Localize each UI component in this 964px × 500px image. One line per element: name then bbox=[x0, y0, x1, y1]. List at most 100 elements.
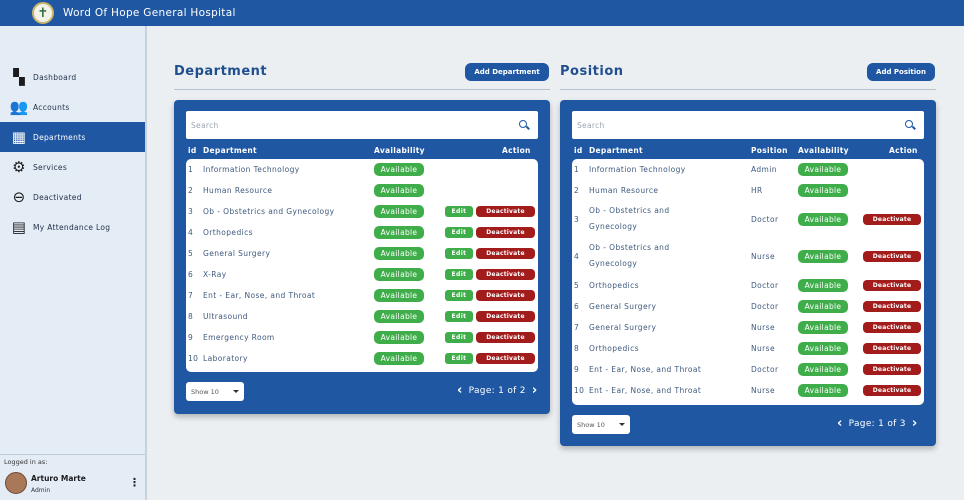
log-icon: ▤ bbox=[11, 218, 27, 236]
edit-button[interactable]: Edit bbox=[445, 248, 473, 259]
edit-button[interactable]: Edit bbox=[445, 227, 473, 238]
row-id: 8 bbox=[574, 344, 580, 353]
availability-badge: Available bbox=[374, 331, 424, 344]
sidebar-item-label: Services bbox=[33, 162, 68, 172]
user-role: Admin bbox=[31, 487, 51, 494]
availability-badge: Available bbox=[374, 205, 424, 218]
department-table-body: 1 Information Technology Available 2 Human R… bbox=[186, 159, 538, 372]
sidebar-item-label: Departments bbox=[33, 132, 86, 142]
deactivate-button[interactable]: Deactivate bbox=[476, 206, 535, 217]
sidebar-item-accounts[interactable]: 👥 Accounts bbox=[0, 92, 145, 122]
deactivate-button[interactable]: Deactivate bbox=[863, 214, 921, 225]
table-row: 4 Orthopedics Available Edit Deactivate bbox=[186, 222, 538, 243]
table-row: 8 Orthopedics Nurse Available Deactivate bbox=[572, 338, 924, 359]
header-action: Action bbox=[889, 146, 918, 155]
show-select-value: Show 10 bbox=[191, 387, 219, 396]
row-position: Nurse bbox=[751, 252, 775, 261]
row-department: Information Technology bbox=[203, 165, 300, 174]
department-search-input[interactable]: Search bbox=[186, 111, 538, 139]
chevron-right-icon[interactable]: › bbox=[532, 384, 538, 397]
hospital-logo-icon: ✝ bbox=[32, 2, 54, 24]
position-show-select[interactable]: Show 10 bbox=[572, 415, 630, 434]
availability-badge: Available bbox=[798, 384, 848, 397]
table-row: 9 Emergency Room Available Edit Deactivate bbox=[186, 327, 538, 348]
row-department: X-Ray bbox=[203, 270, 227, 279]
top-bar: ✝ Word Of Hope General Hospital bbox=[0, 0, 964, 26]
row-position: Nurse bbox=[751, 323, 775, 332]
edit-button[interactable]: Edit bbox=[445, 206, 473, 217]
row-department: Ent - Ear, Nose, and Throat bbox=[589, 365, 702, 374]
row-position: HR bbox=[751, 186, 763, 195]
deactivate-button[interactable]: Deactivate bbox=[476, 290, 535, 301]
row-id: 8 bbox=[188, 312, 194, 321]
add-department-button[interactable]: Add Department bbox=[465, 63, 549, 81]
deactivate-button[interactable]: Deactivate bbox=[476, 332, 535, 343]
position-title: Position bbox=[560, 64, 624, 79]
sidebar-item-label: Accounts bbox=[33, 102, 70, 112]
table-row: 1 Information Technology Available bbox=[186, 159, 538, 180]
deactivate-button[interactable]: Deactivate bbox=[476, 311, 535, 322]
availability-badge: Available bbox=[798, 300, 848, 313]
deactivate-button[interactable]: Deactivate bbox=[863, 385, 921, 396]
department-divider bbox=[174, 89, 550, 90]
chevron-left-icon[interactable]: ‹ bbox=[457, 384, 463, 397]
table-row: 8 Ultrasound Available Edit Deactivate bbox=[186, 306, 538, 327]
availability-badge: Available bbox=[798, 342, 848, 355]
row-id: 2 bbox=[574, 186, 580, 195]
app-title: Word Of Hope General Hospital bbox=[63, 7, 236, 19]
deactivate-button[interactable]: Deactivate bbox=[476, 248, 535, 259]
row-id: 4 bbox=[188, 228, 194, 237]
deactivate-button[interactable]: Deactivate bbox=[863, 280, 921, 291]
row-id: 10 bbox=[188, 354, 199, 363]
deactivate-button[interactable]: Deactivate bbox=[863, 364, 921, 375]
row-department: Ob - Obstetrics and Gynecology bbox=[203, 207, 335, 216]
deactivate-button[interactable]: Deactivate bbox=[476, 269, 535, 280]
availability-badge: Available bbox=[798, 163, 848, 176]
availability-badge: Available bbox=[374, 226, 424, 239]
deactivate-button[interactable]: Deactivate bbox=[476, 353, 535, 364]
chevron-left-icon[interactable]: ‹ bbox=[837, 417, 843, 430]
edit-button[interactable]: Edit bbox=[445, 290, 473, 301]
edit-button[interactable]: Edit bbox=[445, 353, 473, 364]
deactivate-button[interactable]: Deactivate bbox=[863, 301, 921, 312]
sidebar-item-departments[interactable]: ▦ Departments bbox=[0, 122, 145, 152]
position-divider bbox=[560, 89, 936, 90]
deactivate-button[interactable]: Deactivate bbox=[863, 251, 921, 262]
table-row: 7 Ent - Ear, Nose, and Throat Available Edi… bbox=[186, 285, 538, 306]
edit-button[interactable]: Edit bbox=[445, 269, 473, 280]
more-options-icon[interactable]: ⋮ bbox=[129, 476, 140, 489]
row-position: Nurse bbox=[751, 386, 775, 395]
deactivate-button[interactable]: Deactivate bbox=[863, 343, 921, 354]
chevron-down-icon bbox=[233, 390, 239, 393]
row-id: 7 bbox=[188, 291, 194, 300]
user-minus-icon: ⊖ bbox=[12, 188, 26, 206]
row-department: Human Resource bbox=[203, 186, 273, 195]
edit-button[interactable]: Edit bbox=[445, 332, 473, 343]
sidebar-item-deactivated[interactable]: ⊖ Deactivated bbox=[0, 182, 145, 212]
row-department: Human Resource bbox=[589, 186, 659, 195]
row-id: 3 bbox=[574, 215, 580, 224]
edit-button[interactable]: Edit bbox=[445, 311, 473, 322]
sidebar-item-dashboard[interactable]: ▚ Dashboard bbox=[0, 62, 145, 92]
position-search-input[interactable]: Search bbox=[572, 111, 924, 139]
chevron-right-icon[interactable]: › bbox=[912, 417, 918, 430]
availability-badge: Available bbox=[798, 184, 848, 197]
logged-in-label: Logged in as: bbox=[4, 458, 48, 466]
position-table-body: 1 Information Technology Admin Available 2 Hu… bbox=[572, 159, 924, 405]
sidebar-item-services[interactable]: ⚙ Services bbox=[0, 152, 145, 182]
dashboard-icon: ▚ bbox=[13, 68, 25, 86]
sidebar-item-attendance-log[interactable]: ▤ My Attendance Log bbox=[0, 212, 145, 242]
row-id: 1 bbox=[188, 165, 194, 174]
department-show-select[interactable]: Show 10 bbox=[186, 382, 244, 401]
row-position: Doctor bbox=[751, 365, 779, 374]
search-icon[interactable] bbox=[904, 119, 916, 131]
deactivate-button[interactable]: Deactivate bbox=[476, 227, 535, 238]
availability-badge: Available bbox=[374, 289, 424, 302]
header-id: id bbox=[574, 146, 583, 155]
row-department: Orthopedics bbox=[589, 344, 639, 353]
add-position-button[interactable]: Add Position bbox=[867, 63, 935, 81]
deactivate-button[interactable]: Deactivate bbox=[863, 322, 921, 333]
user-name: Arturo Marte bbox=[31, 474, 86, 483]
search-icon[interactable] bbox=[518, 119, 530, 131]
table-row: 1 Information Technology Admin Available bbox=[572, 159, 924, 180]
